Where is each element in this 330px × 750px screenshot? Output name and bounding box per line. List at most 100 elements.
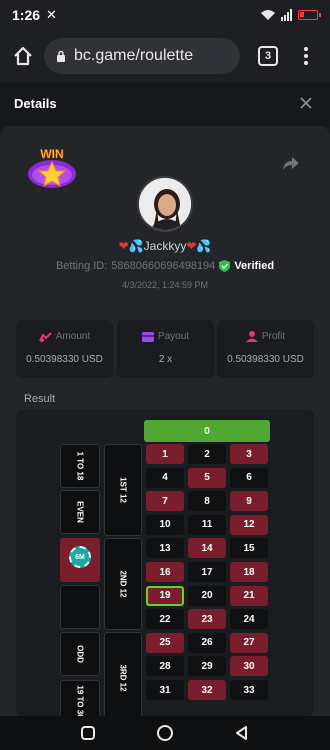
number-cell-29: 29 <box>188 656 226 677</box>
home-button[interactable] <box>8 41 38 71</box>
dozen-third: 3RD 12 <box>104 632 142 716</box>
verified-label: Verified <box>234 260 275 272</box>
outside-red: 6M <box>60 538 100 582</box>
signal-icon <box>281 9 292 21</box>
outside-even: EVEN <box>60 490 100 534</box>
avatar-photo <box>139 178 191 230</box>
close-icon <box>300 97 312 109</box>
wifi-icon <box>261 10 275 20</box>
bet-id-value: 58680660696498194 <box>111 260 216 272</box>
lock-icon <box>57 50 65 62</box>
browser-menu-button[interactable] <box>296 41 316 71</box>
number-cell-1: 1 <box>146 444 184 464</box>
number-zero: 0 <box>144 420 270 442</box>
number-cell-9: 9 <box>230 491 268 512</box>
droplets-icon: 💦 <box>196 239 212 253</box>
outside-odd: ODD <box>60 632 100 676</box>
number-cell-4: 4 <box>146 467 184 488</box>
recents-button[interactable] <box>80 725 96 741</box>
share-icon[interactable] <box>282 154 300 172</box>
status-time: 1:26 <box>12 7 41 23</box>
number-cell-21: 21 <box>230 585 268 606</box>
verified-shield-icon <box>219 260 231 272</box>
heart-icon: ❤ <box>118 239 129 253</box>
result-label: Result <box>24 393 56 405</box>
back-button[interactable] <box>234 725 250 741</box>
home-icon <box>14 46 32 66</box>
droplets-icon: 💦 <box>128 239 144 253</box>
amount-label: Amount <box>55 331 91 342</box>
details-title: Details <box>14 95 57 111</box>
url-text: bc.game/roulette <box>74 47 194 64</box>
x-notification-icon: ✕ <box>46 7 57 22</box>
number-cell-23: 23 <box>188 609 226 630</box>
number-cell-2: 2 <box>188 444 226 464</box>
amount-icon <box>38 331 52 342</box>
system-nav-bar <box>0 716 330 750</box>
outside-1-to-18: 1 TO 18 <box>60 444 100 488</box>
bet-details-card: WIN ❤💦Jackkyy❤💦 Betting ID: 586806606964… <box>0 126 330 716</box>
number-cell-32: 32 <box>188 680 226 700</box>
number-cell-17: 17 <box>188 562 226 582</box>
number-cell-19: 19 <box>146 585 184 606</box>
tab-switcher-button[interactable]: 3 <box>258 46 278 66</box>
number-cell-18: 18 <box>230 562 268 582</box>
number-cell-13: 13 <box>146 538 184 559</box>
amount-stat: Amount 0.50398330 USD <box>16 320 113 378</box>
number-cell-11: 11 <box>188 514 226 535</box>
close-button[interactable] <box>296 93 316 113</box>
home-nav-button[interactable] <box>156 724 174 742</box>
number-cell-27: 27 <box>230 632 268 653</box>
number-cell-6: 6 <box>230 467 268 488</box>
outside-19-to-36: 19 TO 36 <box>60 680 100 716</box>
player-name: Jackkyy <box>143 239 187 253</box>
profit-label: Profit <box>261 331 286 342</box>
profit-stat: Profit 0.50398330 USD <box>217 320 314 378</box>
chip-icon: 6M <box>69 546 91 568</box>
address-bar[interactable]: bc.game/roulette <box>44 38 240 74</box>
payout-value: 2 x <box>158 354 173 365</box>
bet-id-label: Betting ID: <box>55 260 108 272</box>
player-name-row: ❤💦Jackkyy❤💦 <box>0 239 330 253</box>
app-root: 1:26 ✕ bc.game/roulette 3 Details WIN ❤💦… <box>0 0 330 750</box>
payout-icon <box>141 331 154 342</box>
amount-value: 0.50398330 USD <box>26 354 103 365</box>
bet-id-row: Betting ID: 58680660696498194 Verified <box>0 260 330 272</box>
number-cell-7: 7 <box>146 491 184 512</box>
number-cell-14: 14 <box>188 538 226 559</box>
profit-value: 0.50398330 USD <box>227 354 304 365</box>
browser-toolbar: bc.game/roulette 3 <box>0 30 330 82</box>
dozen-second: 2ND 12 <box>104 538 142 630</box>
battery-icon <box>298 10 321 20</box>
payout-stat: Payout 2 x <box>117 320 214 378</box>
roulette-board: 0 1 TO 18 EVEN 6M ODD 19 TO 36 1ST 12 2N… <box>16 410 314 716</box>
number-cell-20: 20 <box>188 585 226 606</box>
details-header: Details <box>0 82 330 124</box>
number-cell-26: 26 <box>188 632 226 653</box>
number-cell-10: 10 <box>146 514 184 535</box>
profit-icon <box>245 331 258 342</box>
number-cell-33: 33 <box>230 680 268 700</box>
number-cell-16: 16 <box>146 562 184 582</box>
status-bar: 1:26 ✕ <box>0 0 330 30</box>
outside-black <box>60 585 100 629</box>
number-cell-8: 8 <box>188 491 226 512</box>
payout-label: Payout <box>157 331 190 342</box>
number-cell-31: 31 <box>146 680 184 700</box>
number-cell-15: 15 <box>230 538 268 559</box>
number-cell-22: 22 <box>146 609 184 630</box>
bet-date: 4/3/2022, 1:24:59 PM <box>121 280 209 290</box>
dozen-first: 1ST 12 <box>104 444 142 536</box>
avatar <box>137 176 193 232</box>
number-cell-28: 28 <box>146 656 184 677</box>
number-cell-24: 24 <box>230 609 268 630</box>
svg-text:WIN: WIN <box>40 147 63 161</box>
number-cell-12: 12 <box>230 514 268 535</box>
heart-icon: ❤ <box>186 239 197 253</box>
number-cell-25: 25 <box>146 632 184 653</box>
win-badge-icon: WIN <box>28 147 76 188</box>
status-icons <box>260 9 321 21</box>
number-cell-30: 30 <box>230 656 268 677</box>
number-cell-5: 5 <box>188 467 226 488</box>
number-cell-3: 3 <box>230 444 268 464</box>
